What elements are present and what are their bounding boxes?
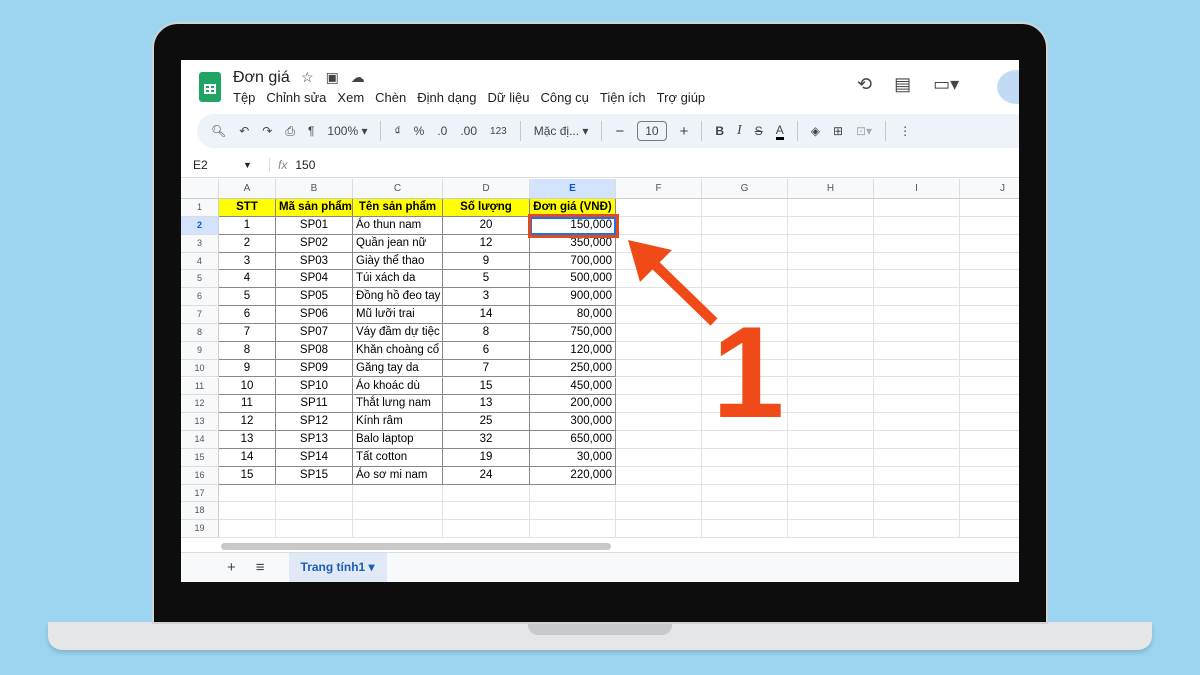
annotation-arrow [644, 254, 718, 326]
annotation-step-number: 1 [712, 299, 784, 445]
annotation-overlay: 1 [628, 240, 784, 445]
